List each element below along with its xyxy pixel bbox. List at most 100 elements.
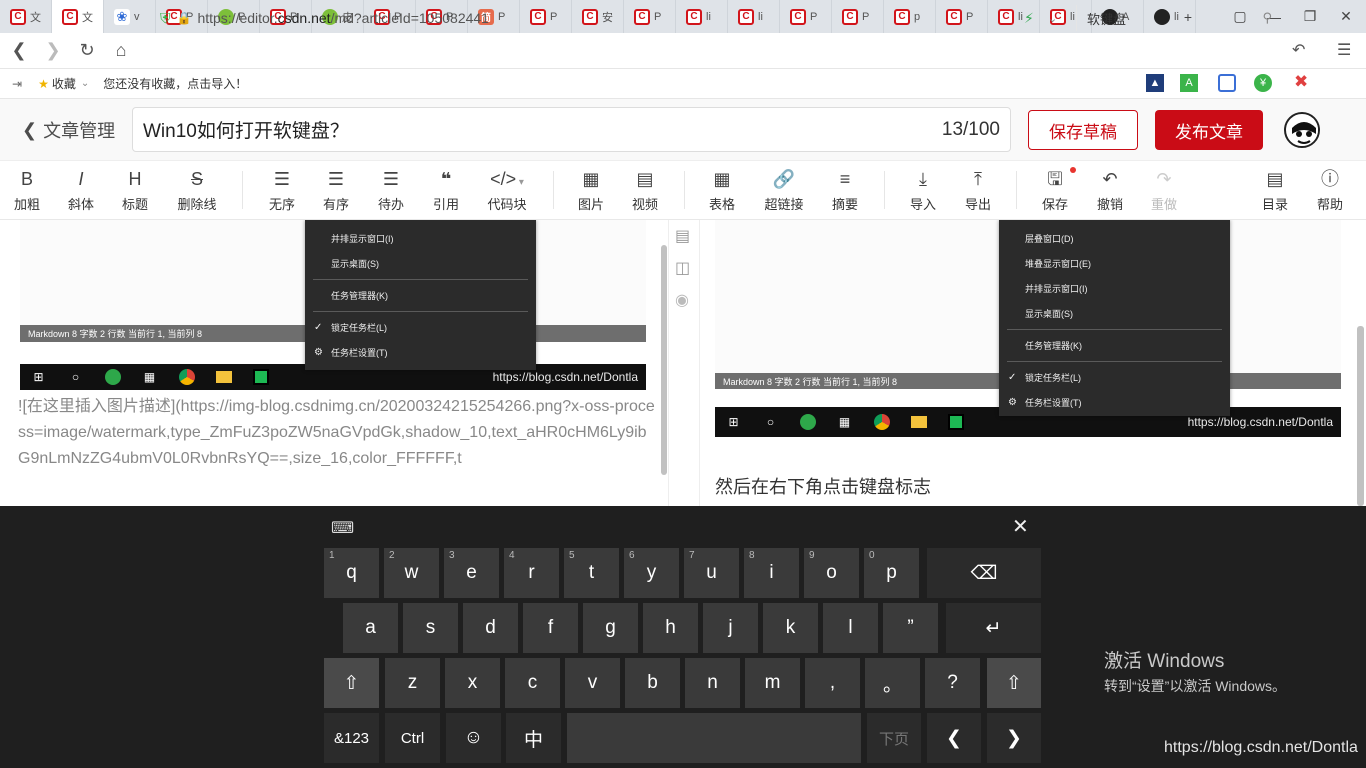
- key-row2-5[interactable]: h: [643, 603, 698, 653]
- back-to-articles-link[interactable]: ❮ 文章管理: [22, 99, 115, 161]
- favorites-hint[interactable]: 您还没有收藏，点击导入！: [103, 75, 247, 92]
- menu-icon[interactable]: ☰: [1337, 40, 1351, 60]
- symbols-key[interactable]: &123: [324, 713, 379, 763]
- split-view-icon[interactable]: ◫: [675, 258, 690, 278]
- preview-scrollbar[interactable]: [1357, 326, 1364, 506]
- todo-button[interactable]: ☰ 待办: [373, 161, 409, 220]
- arrow-right-key[interactable]: ❯: [987, 713, 1041, 763]
- publish-button[interactable]: 发布文章: [1155, 110, 1263, 150]
- image-button[interactable]: ▦ 图片: [573, 161, 609, 220]
- chevron-down-icon[interactable]: ⌄: [1048, 12, 1057, 25]
- strikethrough-button[interactable]: S 删除线: [172, 161, 222, 220]
- code-block-button[interactable]: </> ▾ 代码块: [482, 161, 532, 220]
- save-button[interactable]: 🖫 保存: [1037, 161, 1073, 220]
- key-e[interactable]: 3e: [444, 548, 499, 598]
- help-button[interactable]: ⓘ 帮助: [1312, 161, 1348, 220]
- markdown-image-line[interactable]: ![在这里插入图片描述](https://img-blog.csdnimg.cn…: [18, 394, 658, 472]
- key-row3-1[interactable]: x: [445, 658, 500, 708]
- redo-button[interactable]: ↷ 重做: [1146, 161, 1182, 220]
- forward-icon[interactable]: ❯: [36, 33, 70, 69]
- preview-eye-icon[interactable]: ◉: [675, 290, 689, 310]
- key-w[interactable]: 2w: [384, 548, 439, 598]
- key-o[interactable]: 9o: [804, 548, 859, 598]
- home-icon[interactable]: ⌂: [104, 33, 138, 69]
- key-row3-2[interactable]: c: [505, 658, 560, 708]
- title-input[interactable]: Win10如何打开软键盘？ 13/100: [132, 107, 1011, 152]
- url-field[interactable]: ⛨ 🔒 https://editor. csdn.net/md?articleId…: [160, 0, 1070, 36]
- key-y[interactable]: 6y: [624, 548, 679, 598]
- favorites-chevron-icon[interactable]: ⌄: [81, 78, 89, 89]
- keyboard-settings-icon[interactable]: ⌨: [331, 518, 354, 538]
- export-button[interactable]: ⤒ 导出: [960, 161, 996, 220]
- key-row3-5[interactable]: n: [685, 658, 740, 708]
- reload-icon[interactable]: ↻: [70, 33, 104, 69]
- maximize-button[interactable]: ❐: [1292, 0, 1328, 33]
- avatar[interactable]: [1284, 112, 1320, 148]
- ordered-list-button[interactable]: ☰ 有序: [318, 161, 354, 220]
- lightning-icon[interactable]: ⚡: [1024, 10, 1034, 27]
- search-icon[interactable]: ⚲: [1262, 10, 1272, 26]
- key-u[interactable]: 7u: [684, 548, 739, 598]
- key-row2-1[interactable]: s: [403, 603, 458, 653]
- key-t[interactable]: 5t: [564, 548, 619, 598]
- key-row3-9[interactable]: ?: [925, 658, 980, 708]
- undo-button[interactable]: ↶ 撤销: [1092, 161, 1128, 220]
- italic-button[interactable]: I 斜体: [64, 161, 98, 220]
- close-keyboard-icon[interactable]: ✕: [1012, 514, 1029, 539]
- ext-translate-icon[interactable]: A: [1180, 74, 1198, 92]
- key-row2-0[interactable]: a: [343, 603, 398, 653]
- key-row3-0[interactable]: z: [385, 658, 440, 708]
- language-key[interactable]: 中: [506, 713, 561, 763]
- key-row2-8[interactable]: l: [823, 603, 878, 653]
- key-row2-3[interactable]: f: [523, 603, 578, 653]
- key-row3-4[interactable]: b: [625, 658, 680, 708]
- editor-only-icon[interactable]: ▤: [675, 226, 690, 246]
- shift-left-key[interactable]: ⇧: [324, 658, 379, 708]
- key-row3-7[interactable]: ,: [805, 658, 860, 708]
- key-row3-3[interactable]: v: [565, 658, 620, 708]
- key-p[interactable]: 0p: [864, 548, 919, 598]
- ext-tools-icon[interactable]: ✖: [1294, 72, 1308, 92]
- browser-tab[interactable]: C文: [52, 0, 104, 33]
- quote-button[interactable]: ❝ 引用: [428, 161, 464, 220]
- next-page-key[interactable]: 下页: [867, 713, 921, 763]
- import-button[interactable]: ⤓ 导入: [905, 161, 941, 220]
- summary-button[interactable]: ≡ 摘要: [827, 161, 863, 220]
- save-draft-button[interactable]: 保存草稿: [1028, 110, 1138, 150]
- browser-tab[interactable]: ❀ v: [104, 0, 156, 33]
- key-row3-6[interactable]: m: [745, 658, 800, 708]
- key-row2-6[interactable]: j: [703, 603, 758, 653]
- toc-button[interactable]: ▤ 目录: [1257, 161, 1293, 220]
- undo-history-icon[interactable]: ↶: [1292, 40, 1305, 60]
- emoji-key[interactable]: ☺: [446, 713, 501, 763]
- editor-scrollbar[interactable]: [661, 245, 667, 475]
- shift-right-key[interactable]: ⇧: [987, 658, 1041, 708]
- link-button[interactable]: 🔗 超链接: [762, 161, 806, 220]
- markdown-editor[interactable]: Markdown 8 字数 2 行数 当前行 1, 当前列 8 ⊞ ○ ▦ ht…: [0, 220, 668, 506]
- video-button[interactable]: ▤ 视频: [627, 161, 663, 220]
- table-button[interactable]: ▦ 表格: [704, 161, 740, 220]
- space-key[interactable]: [567, 713, 861, 763]
- search-box[interactable]: 软键盘 ⚲: [1076, 5, 1282, 31]
- key-q[interactable]: 1q: [324, 548, 379, 598]
- bold-button[interactable]: B 加粗: [10, 161, 44, 220]
- key-row3-8[interactable]: 。: [865, 658, 920, 708]
- favorites-label[interactable]: 收藏: [52, 75, 76, 92]
- key-i[interactable]: 8i: [744, 548, 799, 598]
- key-row2-9[interactable]: ”: [883, 603, 938, 653]
- heading-button[interactable]: H 标题: [118, 161, 152, 220]
- arrow-left-key[interactable]: ❮: [927, 713, 981, 763]
- sidebar-toggle-icon[interactable]: ⇥: [12, 77, 22, 91]
- ext-shop-icon[interactable]: ¥: [1254, 74, 1272, 92]
- key-row2-2[interactable]: d: [463, 603, 518, 653]
- key-row2-7[interactable]: k: [763, 603, 818, 653]
- key-row2-4[interactable]: g: [583, 603, 638, 653]
- unordered-list-button[interactable]: ☰ 无序: [264, 161, 300, 220]
- browser-tab[interactable]: C文: [0, 0, 52, 33]
- back-icon[interactable]: ❮: [2, 33, 36, 69]
- key-r[interactable]: 4r: [504, 548, 559, 598]
- ctrl-key[interactable]: Ctrl: [385, 713, 440, 763]
- enter-key[interactable]: ↵: [946, 603, 1041, 653]
- close-window-button[interactable]: ✕: [1328, 0, 1364, 33]
- ext-pdf-icon[interactable]: ▲: [1146, 74, 1164, 92]
